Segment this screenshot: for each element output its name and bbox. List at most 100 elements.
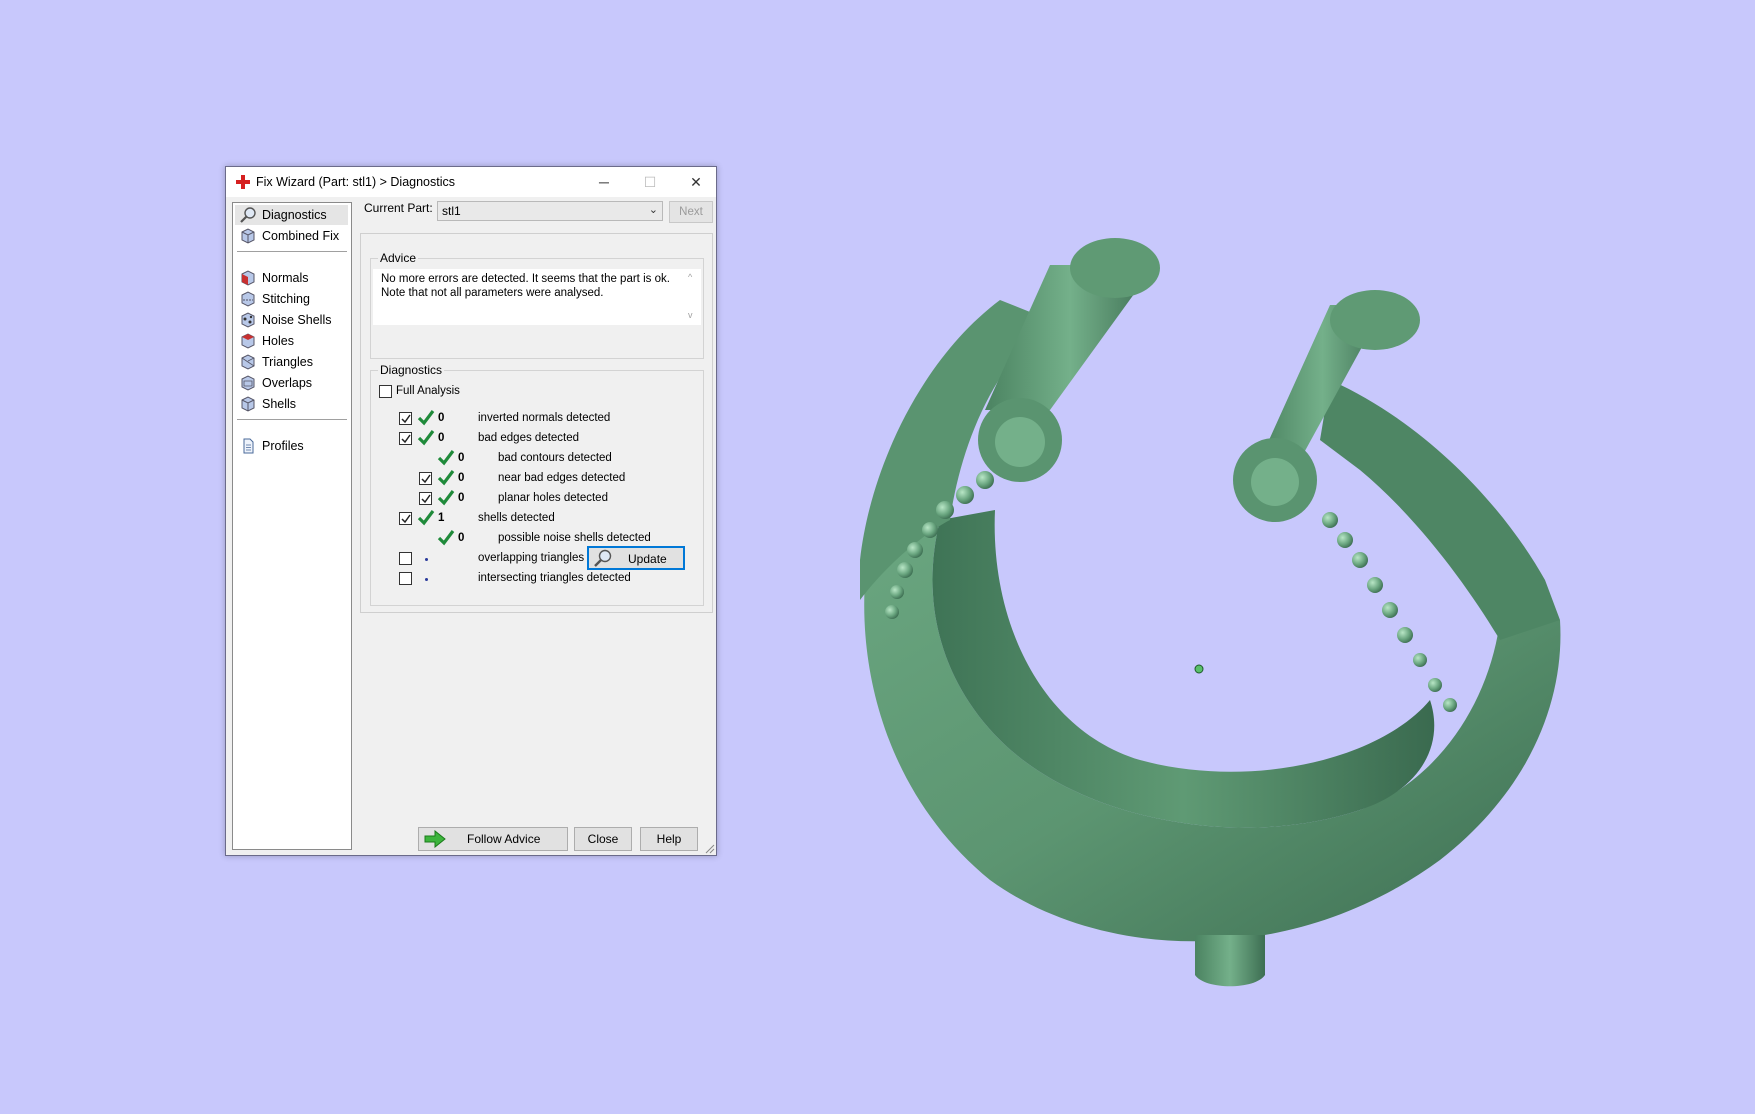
current-part-value: stl1 — [442, 204, 461, 218]
help-button[interactable]: Help — [640, 827, 698, 851]
nav-label: Stitching — [262, 292, 310, 306]
advice-group: Advice No more errors are detected. It s… — [370, 251, 704, 359]
noise-shells-icon — [241, 312, 255, 328]
advice-line-1: No more errors are detected. It seems th… — [381, 273, 670, 285]
wizard-nav: Diagnostics Combined Fix Normals Stitchi… — [232, 202, 352, 850]
shells-count: 1 — [438, 512, 445, 524]
current-part-select[interactable]: stl1 ⌄ — [437, 201, 663, 221]
close-button[interactable]: Close — [574, 827, 632, 851]
close-window-button[interactable]: ✕ — [673, 167, 719, 197]
nav-label: Diagnostics — [262, 208, 327, 222]
advice-title: Advice — [378, 251, 419, 265]
triangles-cube-icon — [241, 354, 255, 370]
noise-shells-count: 0 — [458, 532, 465, 544]
nav-label: Normals — [262, 271, 309, 285]
inverted-normals-checkbox[interactable] — [399, 412, 412, 425]
bad-edges-count: 0 — [438, 432, 445, 444]
nav-item-diagnostics[interactable]: Diagnostics — [235, 205, 348, 225]
window-title: Fix Wizard (Part: stl1) > Diagnostics — [256, 175, 456, 189]
diagnostics-group: Diagnostics Full Analysis 0 inverted nor… — [370, 363, 704, 606]
noise-shells-label: possible noise shells detected — [498, 532, 651, 544]
overlaps-cube-icon — [241, 375, 255, 391]
nav-label: Shells — [262, 397, 297, 411]
full-analysis-checkbox[interactable] — [379, 385, 392, 398]
bad-edges-label: bad edges detected — [478, 432, 580, 444]
near-bad-edges-label: near bad edges detected — [498, 472, 626, 484]
intersecting-triangles-label: intersecting triangles detected — [478, 572, 631, 584]
inverted-normals-label: inverted normals detected — [478, 412, 611, 424]
advice-textbox[interactable]: No more errors are detected. It seems th… — [373, 269, 701, 325]
nav-item-normals[interactable]: Normals — [235, 268, 348, 288]
nav-item-profiles[interactable]: Profiles — [235, 436, 348, 456]
nav-label: Overlaps — [262, 376, 313, 390]
title-bar[interactable]: Fix Wizard (Part: stl1) > Diagnostics ─ … — [226, 167, 716, 197]
nav-divider — [237, 251, 347, 253]
near-bad-edges-checkbox[interactable] — [419, 472, 432, 485]
pending-dot-icon — [425, 558, 428, 561]
planar-holes-count: 0 — [458, 492, 465, 504]
advice-line-2: Note that not all parameters were analys… — [381, 286, 604, 299]
ok-check-icon — [437, 490, 455, 506]
planar-holes-checkbox[interactable] — [419, 492, 432, 505]
advice-scrollbar[interactable]: ^ v — [684, 269, 701, 325]
checkmark-icon — [401, 514, 411, 524]
intersecting-triangles-checkbox[interactable] — [399, 572, 412, 585]
next-button[interactable]: Next — [669, 201, 713, 223]
update-button[interactable]: Update — [587, 546, 685, 570]
bad-contours-count: 0 — [458, 452, 465, 464]
ok-check-icon — [437, 450, 455, 466]
chevron-down-icon: ⌄ — [648, 204, 658, 216]
follow-advice-label: Follow Advice — [467, 832, 541, 846]
magnifier-icon — [594, 549, 612, 567]
scroll-down-icon[interactable]: v — [688, 309, 693, 323]
magnifier-icon — [240, 207, 256, 223]
overlapping-triangles-checkbox[interactable] — [399, 552, 412, 565]
checkmark-icon — [401, 414, 411, 424]
follow-advice-button[interactable]: Follow Advice — [418, 827, 568, 851]
nav-label: Holes — [262, 334, 294, 348]
checkmark-icon — [401, 434, 411, 444]
red-cross-icon — [236, 175, 250, 189]
diagnostics-title: Diagnostics — [378, 363, 445, 377]
pending-dot-icon — [425, 578, 428, 581]
shells-label: shells detected — [478, 512, 555, 524]
cube-icon — [241, 228, 255, 244]
nav-item-combined-fix[interactable]: Combined Fix — [235, 226, 348, 246]
document-icon — [243, 438, 254, 454]
update-label: Update — [628, 552, 667, 566]
ok-check-icon — [437, 530, 455, 546]
nav-item-noise-shells[interactable]: Noise Shells — [235, 310, 348, 330]
inverted-normals-count: 0 — [438, 412, 445, 424]
maximize-button[interactable]: ☐ — [627, 167, 673, 197]
planar-holes-label: planar holes detected — [498, 492, 608, 504]
shells-checkbox[interactable] — [399, 512, 412, 525]
full-analysis-label: Full Analysis — [396, 385, 460, 397]
bad-contours-label: bad contours detected — [498, 452, 612, 464]
green-arrow-right-icon — [424, 830, 446, 848]
holes-cube-icon — [241, 333, 255, 349]
main-panel: Advice No more errors are detected. It s… — [360, 233, 713, 613]
nav-divider — [237, 419, 347, 421]
scroll-up-icon[interactable]: ^ — [688, 271, 692, 285]
nav-item-holes[interactable]: Holes — [235, 331, 348, 351]
nav-item-overlaps[interactable]: Overlaps — [235, 373, 348, 393]
checkmark-icon — [421, 474, 431, 484]
bad-edges-checkbox[interactable] — [399, 432, 412, 445]
resize-grip-icon[interactable] — [705, 844, 715, 854]
nav-item-stitching[interactable]: Stitching — [235, 289, 348, 309]
nav-item-triangles[interactable]: Triangles — [235, 352, 348, 372]
minimize-button[interactable]: ─ — [581, 167, 627, 197]
normals-cube-icon — [241, 270, 255, 286]
nav-label: Profiles — [262, 439, 304, 453]
nav-label: Combined Fix — [262, 229, 340, 243]
nav-item-shells[interactable]: Shells — [235, 394, 348, 414]
ok-check-icon — [417, 410, 435, 426]
shells-cube-icon — [241, 396, 255, 412]
checkmark-icon — [421, 494, 431, 504]
nav-label: Triangles — [262, 355, 313, 369]
current-part-label: Current Part: — [364, 201, 433, 215]
ok-check-icon — [417, 430, 435, 446]
fix-wizard-dialog: Fix Wizard (Part: stl1) > Diagnostics ─ … — [225, 166, 717, 856]
stitching-cube-icon — [241, 291, 255, 307]
ok-check-icon — [417, 510, 435, 526]
